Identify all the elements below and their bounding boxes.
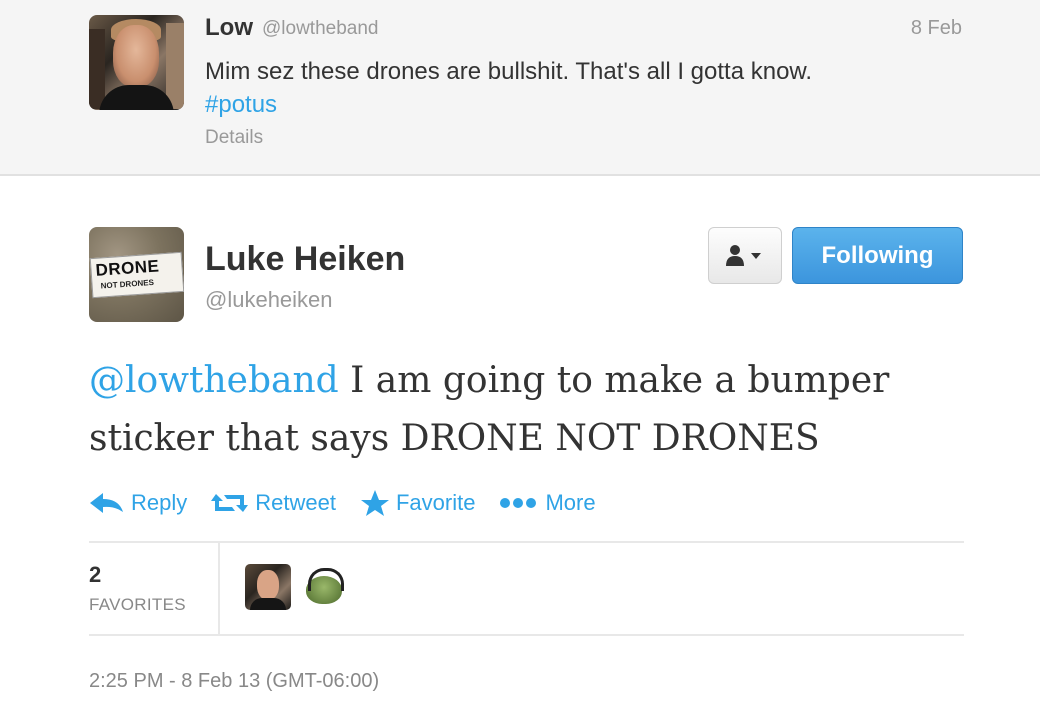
reply-icon — [90, 493, 123, 513]
parent-author-handle[interactable]: @lowtheband — [262, 18, 378, 40]
more-button[interactable]: More — [499, 490, 596, 516]
parent-tweet-text: Mim sez these drones are bullshit. That'… — [205, 55, 985, 121]
main-author-name[interactable]: Luke Heiken — [205, 240, 405, 279]
reply-button[interactable]: Reply — [89, 490, 187, 516]
user-actions-dropdown[interactable] — [708, 227, 782, 284]
tweet-timestamp: 2:25 PM - 8 Feb 13 (GMT-06:00) — [89, 670, 380, 692]
divider-top — [89, 541, 964, 543]
parent-tweet: Low @lowtheband 8 Feb Mim sez these dron… — [0, 0, 1040, 176]
parent-author-name[interactable]: Low — [205, 14, 253, 42]
following-button[interactable]: Following — [792, 227, 963, 284]
details-link[interactable]: Details — [205, 127, 263, 149]
more-dots-icon — [500, 498, 537, 508]
reply-label: Reply — [131, 490, 188, 515]
divider-bottom — [89, 634, 964, 636]
hashtag-link[interactable]: #potus — [205, 91, 277, 118]
more-label: More — [545, 490, 596, 515]
favorite-button[interactable]: Favorite — [360, 489, 475, 517]
parent-tweet-body: Mim sez these drones are bullshit. That'… — [205, 58, 813, 85]
main-author-handle[interactable]: @lukeheiken — [205, 287, 333, 313]
favorites-label[interactable]: FAVORITES — [89, 595, 186, 615]
parent-tweet-date[interactable]: 8 Feb — [911, 17, 962, 40]
favorite-label: Favorite — [395, 490, 476, 515]
luke-heiken-avatar[interactable]: DRONE NOT DRONES — [89, 227, 184, 322]
bumper-sticker-image: DRONE NOT DRONES — [89, 251, 184, 299]
mention-link[interactable]: @lowtheband — [89, 360, 339, 401]
favoriter-avatar[interactable] — [300, 564, 346, 610]
favorites-count[interactable]: 2 — [89, 562, 101, 588]
star-icon — [360, 490, 389, 516]
retweet-icon — [211, 494, 249, 512]
tweet-actions: Reply Retweet Favorite More — [89, 486, 620, 520]
retweet-label: Retweet — [255, 490, 336, 515]
user-dropdown-icon — [726, 245, 761, 266]
stats-divider — [218, 543, 220, 634]
favoriters-avatars — [245, 564, 346, 610]
favoriter-avatar[interactable] — [245, 564, 291, 610]
main-tweet-text: @lowtheband I am going to make a bumper … — [89, 352, 969, 468]
retweet-button[interactable]: Retweet — [211, 490, 336, 516]
low-avatar[interactable] — [89, 15, 184, 110]
